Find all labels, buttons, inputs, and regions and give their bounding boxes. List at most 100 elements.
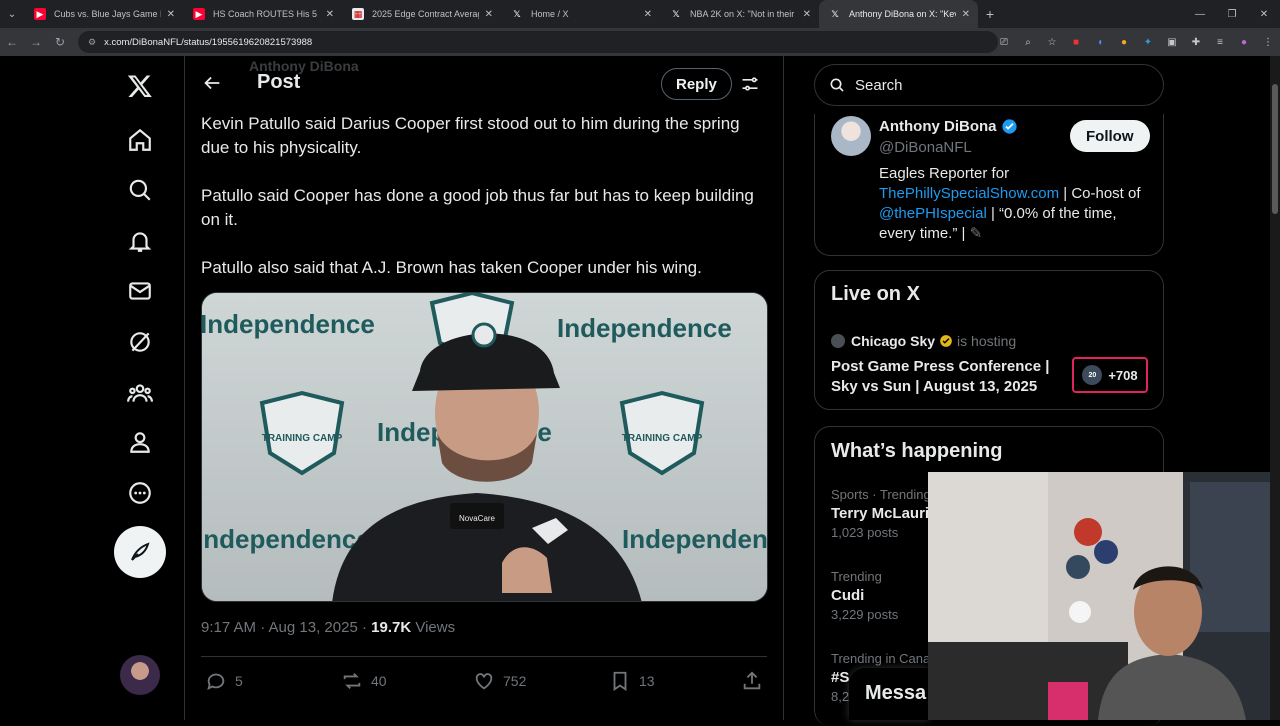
search-icon[interactable] [112, 170, 168, 210]
browser-tab-2[interactable]: ▶ HS Coach ROUTES His 5 Star Re ✕ [183, 0, 342, 28]
site-info-icon[interactable]: ⚙ [88, 37, 96, 48]
bio-link-mention[interactable]: @thePHIspecial [879, 205, 987, 222]
backdrop-text: Independence [622, 524, 768, 554]
messages-icon[interactable] [112, 271, 168, 311]
browser-tab-5[interactable]: 𝕏 NBA 2K on X: "Not in their hou ✕ [660, 0, 819, 28]
view-count: 19.7K [371, 619, 412, 636]
extension-red-icon[interactable]: ■ [1064, 37, 1088, 48]
communities-icon[interactable] [112, 373, 168, 413]
maximize-icon[interactable]: ❐ [1216, 9, 1248, 20]
browser-tab-3[interactable]: ▦ 2025 Edge Contract Average Ra ✕ [342, 0, 501, 28]
close-tab-icon[interactable]: ✕ [485, 9, 493, 20]
bookmark-star-icon[interactable]: ☆ [1040, 37, 1064, 48]
close-tab-icon[interactable]: ✕ [326, 9, 334, 20]
post-column: Anthony DiBona Post Reply Kevin Patullo … [184, 56, 784, 720]
close-tab-icon[interactable]: ✕ [962, 9, 970, 20]
address-bar-row: ← → ↻ ⚙ x.com/DiBonaNFL/status/195561962… [0, 28, 1280, 56]
x-logo-icon: 𝕏 [831, 8, 839, 19]
bookmark-icon [613, 671, 627, 691]
back-icon[interactable]: ← [0, 35, 24, 49]
follow-button[interactable]: Follow [1070, 120, 1150, 152]
browser-tab-active[interactable]: 𝕏 Anthony DiBona on X: "Kevin P ✕ [819, 0, 978, 28]
views-label: Views [415, 619, 456, 636]
post-video[interactable]: Independence Independence Independence I… [201, 292, 768, 602]
reload-icon[interactable]: ↻ [48, 35, 72, 49]
home-icon[interactable] [112, 120, 168, 160]
tab-title: Cubs vs. Blue Jays Game Highlig [54, 9, 161, 19]
repost-button[interactable]: 40 [341, 670, 387, 692]
x-page: Anthony DiBona Post Reply Kevin Patullo … [0, 56, 1280, 726]
messages-drawer[interactable]: Messa [849, 668, 929, 720]
backdrop-text: Independence [202, 524, 371, 554]
share-icon [743, 671, 761, 690]
logo-text: TRAINING CAMP [262, 433, 343, 444]
grok-icon[interactable] [112, 322, 168, 362]
account-avatar[interactable] [120, 655, 160, 695]
author-name: Anthony DiBona [879, 118, 997, 135]
tab-title: 2025 Edge Contract Average Ra [372, 9, 479, 19]
tab-title: NBA 2K on X: "Not in their hou [690, 9, 797, 19]
post-actions: 5 40 752 13 [201, 666, 767, 696]
x-logo-icon: 𝕏 [513, 8, 521, 19]
compose-post-button[interactable] [114, 526, 166, 578]
minimize-icon[interactable]: — [1184, 9, 1216, 20]
author-avatar[interactable] [831, 116, 871, 156]
reader-settings-icon[interactable] [739, 74, 761, 94]
more-icon[interactable] [112, 473, 168, 513]
bio-text: Eagles Reporter for [879, 165, 1010, 182]
tab-title: Home / X [531, 9, 569, 19]
profile-icon[interactable] [112, 422, 168, 462]
backdrop-text: Independence [557, 313, 732, 343]
live-listeners-badge[interactable]: 20 +708 [1072, 357, 1148, 393]
live-host-row: Chicago Sky is hosting [831, 333, 1016, 349]
extension-orange-icon[interactable]: ● [1112, 37, 1136, 48]
extension-blue-icon[interactable]: ◖ [1088, 37, 1112, 48]
post-time[interactable]: 9:17 AM · Aug 13, 2025 [201, 619, 358, 636]
host-name: Chicago Sky [851, 333, 936, 349]
close-tab-icon[interactable]: ✕ [644, 9, 652, 20]
extension-teal-icon[interactable]: ✦ [1136, 37, 1160, 48]
browser-tab-1[interactable]: ▶ Cubs vs. Blue Jays Game Highlig ✕ [24, 0, 183, 28]
feather-emoji-icon: ✎ [969, 225, 983, 242]
close-tab-icon[interactable]: ✕ [167, 9, 175, 20]
zoom-icon[interactable]: ⌕ [1016, 37, 1040, 48]
cast-icon[interactable]: ⎚ [992, 37, 1016, 48]
x-logo-icon[interactable] [112, 66, 168, 106]
close-tab-icon[interactable]: ✕ [803, 9, 811, 20]
media-controls-icon[interactable]: ≡ [1208, 37, 1232, 48]
extension-game-icon[interactable]: ▣ [1160, 37, 1184, 48]
close-window-icon[interactable]: ✕ [1248, 9, 1280, 20]
search-input[interactable]: Search [814, 64, 1164, 106]
bio-link-website[interactable]: ThePhillySpecialShow.com [879, 185, 1059, 202]
notifications-icon[interactable] [112, 221, 168, 261]
browser-tab-4[interactable]: 𝕏 Home / X ✕ [501, 0, 660, 28]
author-name-row[interactable]: Anthony DiBona [879, 118, 1018, 135]
extensions-puzzle-icon[interactable]: ✚ [1184, 37, 1208, 48]
youtube-icon: ▶ [193, 8, 205, 20]
search-placeholder: Search [855, 76, 903, 94]
browser-menu-icon[interactable]: ⋮ [1256, 37, 1280, 48]
reply-button[interactable]: Reply [661, 68, 732, 100]
scrollbar-thumb[interactable] [1272, 84, 1278, 214]
page-scrollbar[interactable] [1270, 56, 1280, 720]
forward-icon[interactable]: → [24, 35, 48, 49]
author-handle[interactable]: @DiBonaNFL [879, 139, 972, 156]
heart-icon [475, 673, 493, 690]
back-arrow-icon[interactable] [201, 72, 223, 94]
like-button[interactable]: 752 [473, 670, 526, 692]
browser-tab-strip: ⌄ ▶ Cubs vs. Blue Jays Game Highlig ✕ ▶ … [0, 0, 1280, 28]
author-bio: Eagles Reporter for ThePhillySpecialShow… [879, 164, 1151, 244]
tab-search-icon[interactable]: ⌄ [0, 0, 24, 28]
host-suffix: is hosting [957, 333, 1017, 349]
x-logo-icon: 𝕏 [672, 8, 680, 19]
post-timestamp-row: 9:17 AM · Aug 13, 2025 · 19.7K Views [201, 619, 456, 636]
verified-badge-icon [1001, 119, 1017, 134]
url-field[interactable]: ⚙ x.com/DiBonaNFL/status/195561962082157… [78, 31, 998, 53]
reply-action-button[interactable]: 5 [205, 670, 243, 692]
live-on-x-card[interactable]: Live on X Chicago Sky is hosting Post Ga… [814, 270, 1164, 410]
post-text: Kevin Patullo said Darius Cooper first s… [201, 112, 771, 304]
bookmark-button[interactable]: 13 [609, 670, 655, 692]
profile-avatar-icon[interactable]: ● [1232, 37, 1256, 48]
new-tab-button[interactable]: + [978, 6, 1002, 22]
share-button[interactable] [741, 670, 771, 692]
